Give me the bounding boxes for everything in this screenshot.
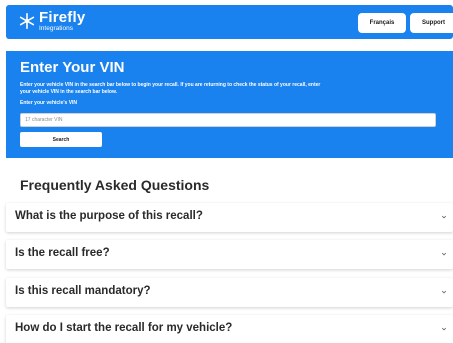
faq-heading: Frequently Asked Questions xyxy=(20,177,210,193)
language-button[interactable]: Français xyxy=(358,13,406,33)
firefly-logo-icon xyxy=(19,12,35,30)
vin-title: Enter Your VIN xyxy=(20,59,125,76)
faq-item-free[interactable]: Is the recall free? xyxy=(6,240,453,269)
faq-item-mandatory[interactable]: Is this recall mandatory? xyxy=(6,278,453,307)
faq-item-start[interactable]: How do I start the recall for my vehicle… xyxy=(6,315,453,343)
search-button[interactable]: Search xyxy=(20,132,102,147)
faq-question: Is this recall mandatory? xyxy=(15,285,151,297)
vin-description: Enter your vehicle VIN in the search bar… xyxy=(20,82,321,95)
chevron-down-icon xyxy=(441,215,447,219)
site-header: Firefly Integrations Français Support xyxy=(6,5,453,39)
chevron-down-icon xyxy=(441,252,447,256)
vin-input[interactable] xyxy=(20,113,436,127)
page: Firefly Integrations Français Support En… xyxy=(0,0,453,343)
chevron-down-icon xyxy=(441,290,447,294)
faq-question: Is the recall free? xyxy=(15,247,110,259)
chevron-down-icon xyxy=(441,327,447,331)
support-button[interactable]: Support xyxy=(410,13,453,33)
faq-item-purpose[interactable]: What is the purpose of this recall? xyxy=(6,203,453,232)
faq-question: How do I start the recall for my vehicle… xyxy=(15,322,233,334)
vin-field-label: Enter your vehicle's VIN xyxy=(20,100,78,106)
faq-question: What is the purpose of this recall? xyxy=(15,210,203,222)
logo-subtitle: Integrations xyxy=(39,25,73,32)
vin-panel: Enter Your VIN Enter your vehicle VIN in… xyxy=(6,51,453,158)
